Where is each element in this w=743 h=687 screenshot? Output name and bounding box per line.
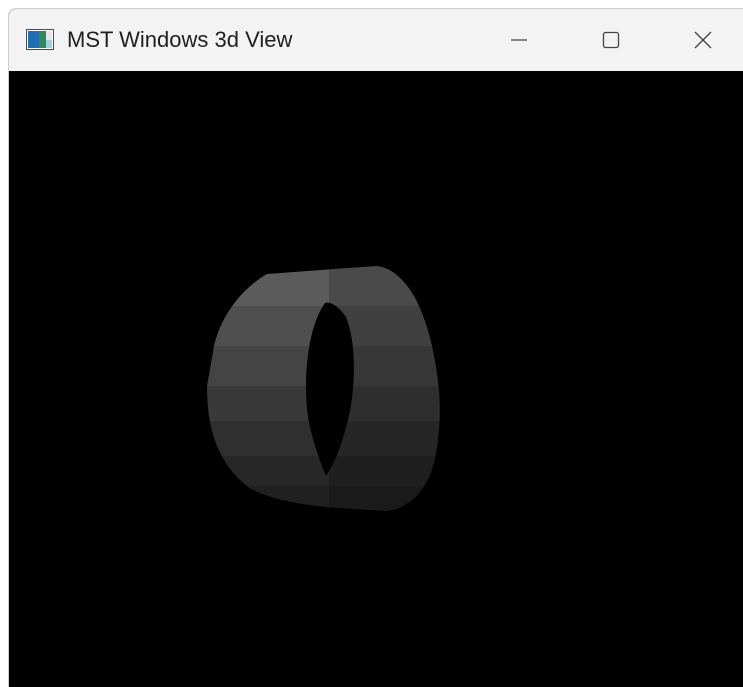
maximize-button[interactable] bbox=[565, 9, 657, 71]
title-bar[interactable]: MST Windows 3d View bbox=[9, 9, 743, 71]
maximize-icon bbox=[601, 30, 621, 50]
app-window-icon bbox=[26, 29, 54, 50]
app-window: MST Windows 3d View bbox=[8, 8, 743, 687]
minimize-icon bbox=[509, 30, 529, 50]
window-title: MST Windows 3d View bbox=[67, 27, 293, 52]
minimize-button[interactable] bbox=[473, 9, 565, 71]
3d-viewport[interactable] bbox=[9, 71, 743, 687]
close-button[interactable] bbox=[657, 9, 743, 71]
ring-3d bbox=[207, 266, 440, 511]
close-icon bbox=[693, 30, 713, 50]
